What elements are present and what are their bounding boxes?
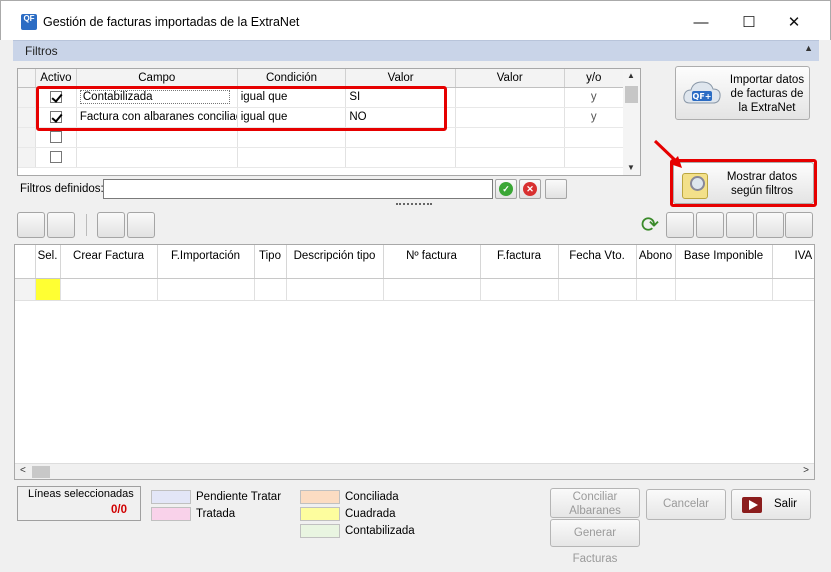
svg-text:QF+: QF+ (693, 92, 712, 101)
app-icon: QF (21, 14, 37, 30)
column-header-crear-factura[interactable]: Crear Factura (60, 245, 158, 279)
column-header-abono[interactable]: Abono (636, 245, 676, 279)
column-header-condicion[interactable]: Condición (237, 69, 347, 88)
conciliar-albaranes-button[interactable]: Conciliar Albaranes (550, 488, 640, 518)
legend-swatch-contabilizada (300, 524, 340, 538)
column-header-f-importacion[interactable]: F.Importación (157, 245, 255, 279)
filters-panel-header[interactable]: Filtros ▲ (13, 40, 819, 61)
title-bar: QF Gestión de facturas importadas de la … (0, 0, 831, 40)
toolbar-button-2[interactable] (47, 212, 75, 238)
minimize-button[interactable]: — (678, 9, 724, 37)
sel-cell[interactable] (35, 278, 61, 301)
condition-cell[interactable] (237, 147, 347, 168)
scroll-thumb[interactable] (32, 466, 50, 478)
highlight-box (36, 86, 447, 131)
selected-lines-label: Líneas seleccionadas (28, 488, 134, 500)
maximize-button[interactable]: ☐ (726, 9, 772, 37)
exit-door-icon (742, 497, 762, 513)
column-header-n-factura[interactable]: Nº factura (383, 245, 481, 279)
defined-filters-input[interactable] (103, 179, 493, 199)
row-header-corner (18, 69, 36, 88)
legend-label-conciliada: Conciliada (345, 491, 399, 503)
toolbar-separator (86, 214, 87, 236)
apply-filter-button[interactable]: ✓ (495, 179, 517, 199)
value2-cell[interactable] (455, 127, 565, 148)
cloud-import-icon: QF+ (683, 81, 721, 104)
close-button[interactable]: ✕ (771, 9, 817, 37)
toolbar-button-5[interactable] (666, 212, 694, 238)
row-header-corner (15, 245, 36, 279)
invoices-grid[interactable]: Sel. Crear Factura F.Importación Tipo De… (14, 244, 815, 480)
cancel-button[interactable]: Cancelar (646, 489, 726, 520)
active-checkbox[interactable] (49, 130, 62, 143)
column-header-campo[interactable]: Campo (76, 69, 238, 88)
scroll-left-icon[interactable]: < (20, 465, 26, 476)
column-header-f-factura[interactable]: F.factura (480, 245, 559, 279)
toolbar-button-1[interactable] (17, 212, 45, 238)
horizontal-scrollbar[interactable]: < > (15, 463, 814, 479)
value2-cell[interactable] (455, 87, 565, 108)
import-extranet-button[interactable]: QF+ Importar datos de facturas de la Ext… (675, 66, 810, 120)
andor-cell[interactable]: y (564, 87, 625, 108)
splitter-grip[interactable] (396, 203, 432, 207)
andor-cell[interactable] (564, 127, 625, 148)
value-cell[interactable] (345, 147, 456, 168)
check-icon: ✓ (499, 182, 513, 196)
toolbar-button-6[interactable] (696, 212, 724, 238)
selected-lines-count: 0/0 (111, 504, 127, 516)
scroll-thumb[interactable] (625, 86, 638, 103)
column-header-valor[interactable]: Valor (345, 69, 456, 88)
exit-button-label: Salir (774, 498, 798, 510)
filter-options-button[interactable] (545, 179, 567, 199)
import-button-label: Importar datos de facturas de la ExtraNe… (729, 74, 805, 114)
scroll-right-icon[interactable]: > (803, 465, 809, 476)
clear-filter-button[interactable]: ✕ (519, 179, 541, 199)
toolbar-button-9[interactable] (785, 212, 813, 238)
toolbar-button-3[interactable] (97, 212, 125, 238)
value2-cell[interactable] (455, 107, 565, 128)
legend-swatch-conciliada (300, 490, 340, 504)
highlight-box (670, 159, 817, 207)
field-cell[interactable] (76, 147, 238, 168)
andor-cell[interactable]: y (564, 107, 625, 128)
legend-swatch-cuadrada (300, 507, 340, 521)
table-row[interactable] (15, 278, 814, 301)
legend-swatch-tratada (151, 507, 191, 521)
column-header-activo[interactable]: Activo (35, 69, 77, 88)
refresh-icon[interactable]: ⟳ (635, 212, 665, 240)
andor-cell[interactable] (564, 147, 625, 168)
legend-swatch-pendiente (151, 490, 191, 504)
toolbar-button-7[interactable] (726, 212, 754, 238)
filters-vertical-scrollbar[interactable]: ▲ ▼ (623, 69, 640, 175)
column-header-base-imponible[interactable]: Base Imponible (675, 245, 773, 279)
toolbar-button-8[interactable] (756, 212, 784, 238)
legend-label-tratada: Tratada (196, 508, 236, 520)
column-header-valor-2[interactable]: Valor (455, 69, 565, 88)
column-header-tipo[interactable]: Tipo (254, 245, 287, 279)
exit-button[interactable]: Salir (731, 489, 811, 520)
filters-panel-label: Filtros (25, 44, 58, 58)
active-checkbox[interactable] (49, 150, 62, 163)
toolbar-button-4[interactable] (127, 212, 155, 238)
scroll-up-icon[interactable]: ▲ (627, 71, 635, 80)
generar-facturas-button[interactable]: Generar Facturas (550, 519, 640, 565)
value2-cell[interactable] (455, 147, 565, 168)
window-title: Gestión de facturas importadas de la Ext… (43, 15, 300, 29)
delete-icon: ✕ (523, 182, 537, 196)
scroll-down-icon[interactable]: ▼ (627, 163, 635, 172)
legend-label-cuadrada: Cuadrada (345, 508, 396, 520)
column-header-y-o[interactable]: y/o (564, 69, 625, 88)
defined-filters-label: Filtros definidos: (20, 183, 104, 195)
column-header-iva[interactable]: IVA (772, 245, 814, 279)
collapse-arrow-icon[interactable]: ▲ (804, 43, 813, 53)
legend-label-contabilizada: Contabilizada (345, 525, 415, 537)
filter-row[interactable] (18, 147, 625, 168)
column-header-fecha-vto[interactable]: Fecha Vto. (558, 245, 637, 279)
selected-lines-box: Líneas seleccionadas 0/0 (17, 486, 141, 521)
red-arrow-icon (653, 139, 682, 168)
legend-label-pendiente: Pendiente Tratar (196, 491, 282, 503)
column-header-sel[interactable]: Sel. (35, 245, 61, 279)
column-header-descripcion-tipo[interactable]: Descripción tipo (286, 245, 384, 279)
